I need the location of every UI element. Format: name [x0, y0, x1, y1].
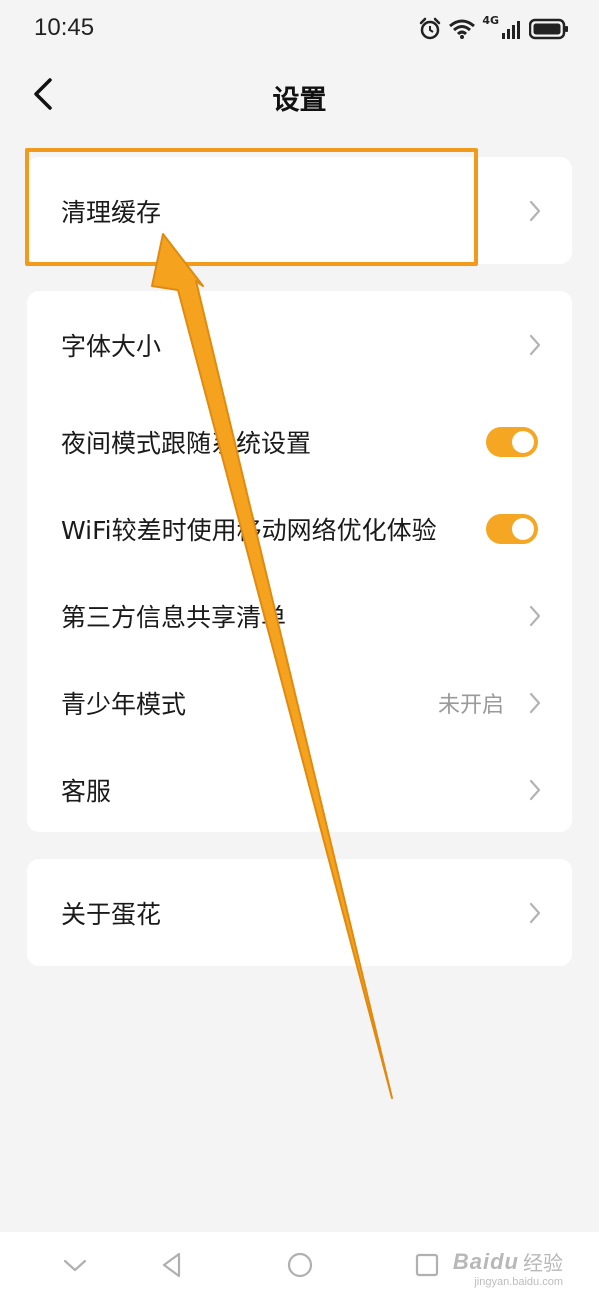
chevron-down-icon[interactable]: [60, 1250, 90, 1280]
night-mode-row: 夜间模式跟随系统设置: [27, 398, 572, 485]
header: 设置: [0, 60, 599, 132]
youth-mode-row[interactable]: 青少年模式 未开启: [27, 659, 572, 746]
third-party-share-label: 第三方信息共享清单: [61, 602, 287, 632]
night-mode-toggle[interactable]: [486, 426, 538, 457]
font-size-label: 字体大小: [61, 331, 162, 361]
customer-service-label: 客服: [61, 776, 112, 806]
settings-card: 字体大小 夜间模式跟随系统设置 WiFi较差时使用移动网络优化体验 第三方信息共…: [27, 291, 572, 832]
recent-apps-square-icon[interactable]: [412, 1250, 442, 1280]
about-row[interactable]: 关于蛋花: [27, 859, 572, 966]
wifi-icon: [449, 19, 476, 39]
clear-cache-label: 清理缓存: [61, 197, 162, 227]
chevron-right-icon: [529, 334, 541, 355]
network-type-label: 4G: [482, 14, 499, 27]
chevron-right-icon: [529, 692, 541, 713]
signal-icon: [502, 21, 520, 39]
clear-cache-row[interactable]: 清理缓存: [27, 157, 572, 264]
cache-card: 清理缓存: [27, 157, 572, 264]
status-bar: 10:45 4G: [0, 0, 599, 60]
about-card: 关于蛋花: [27, 859, 572, 966]
chevron-right-icon: [529, 605, 541, 626]
wifi-optimize-toggle[interactable]: [486, 513, 538, 544]
status-time: 10:45: [34, 14, 95, 41]
battery-icon: [529, 18, 568, 40]
youth-mode-label: 青少年模式: [61, 689, 187, 719]
toggle-knob: [512, 517, 534, 540]
night-mode-label: 夜间模式跟随系统设置: [61, 428, 312, 458]
watermark-text: 经验: [523, 1251, 563, 1275]
chevron-right-icon: [529, 902, 541, 923]
chevron-right-icon: [529, 200, 541, 221]
customer-service-row[interactable]: 客服: [27, 746, 572, 833]
home-circle-icon[interactable]: [285, 1250, 315, 1280]
baidu-watermark: Baidu 经验: [453, 1247, 563, 1276]
third-party-share-row[interactable]: 第三方信息共享清单: [27, 572, 572, 659]
wifi-optimize-label: WiFi较差时使用移动网络优化体验: [61, 515, 437, 545]
toggle-knob: [512, 430, 534, 453]
wifi-optimize-row: WiFi较差时使用移动网络优化体验: [27, 485, 572, 572]
watermark-brand: Baidu: [452, 1248, 519, 1274]
back-triangle-icon[interactable]: [157, 1250, 187, 1280]
page-title: 设置: [272, 85, 327, 116]
alarm-icon: [420, 17, 441, 40]
font-size-row[interactable]: 字体大小: [27, 291, 572, 398]
chevron-right-icon: [529, 779, 541, 800]
youth-mode-status: 未开启: [437, 692, 504, 718]
about-label: 关于蛋花: [61, 899, 162, 929]
watermark-url: jingyan.baidu.com: [474, 1276, 563, 1288]
status-icons: 4G: [418, 14, 569, 44]
